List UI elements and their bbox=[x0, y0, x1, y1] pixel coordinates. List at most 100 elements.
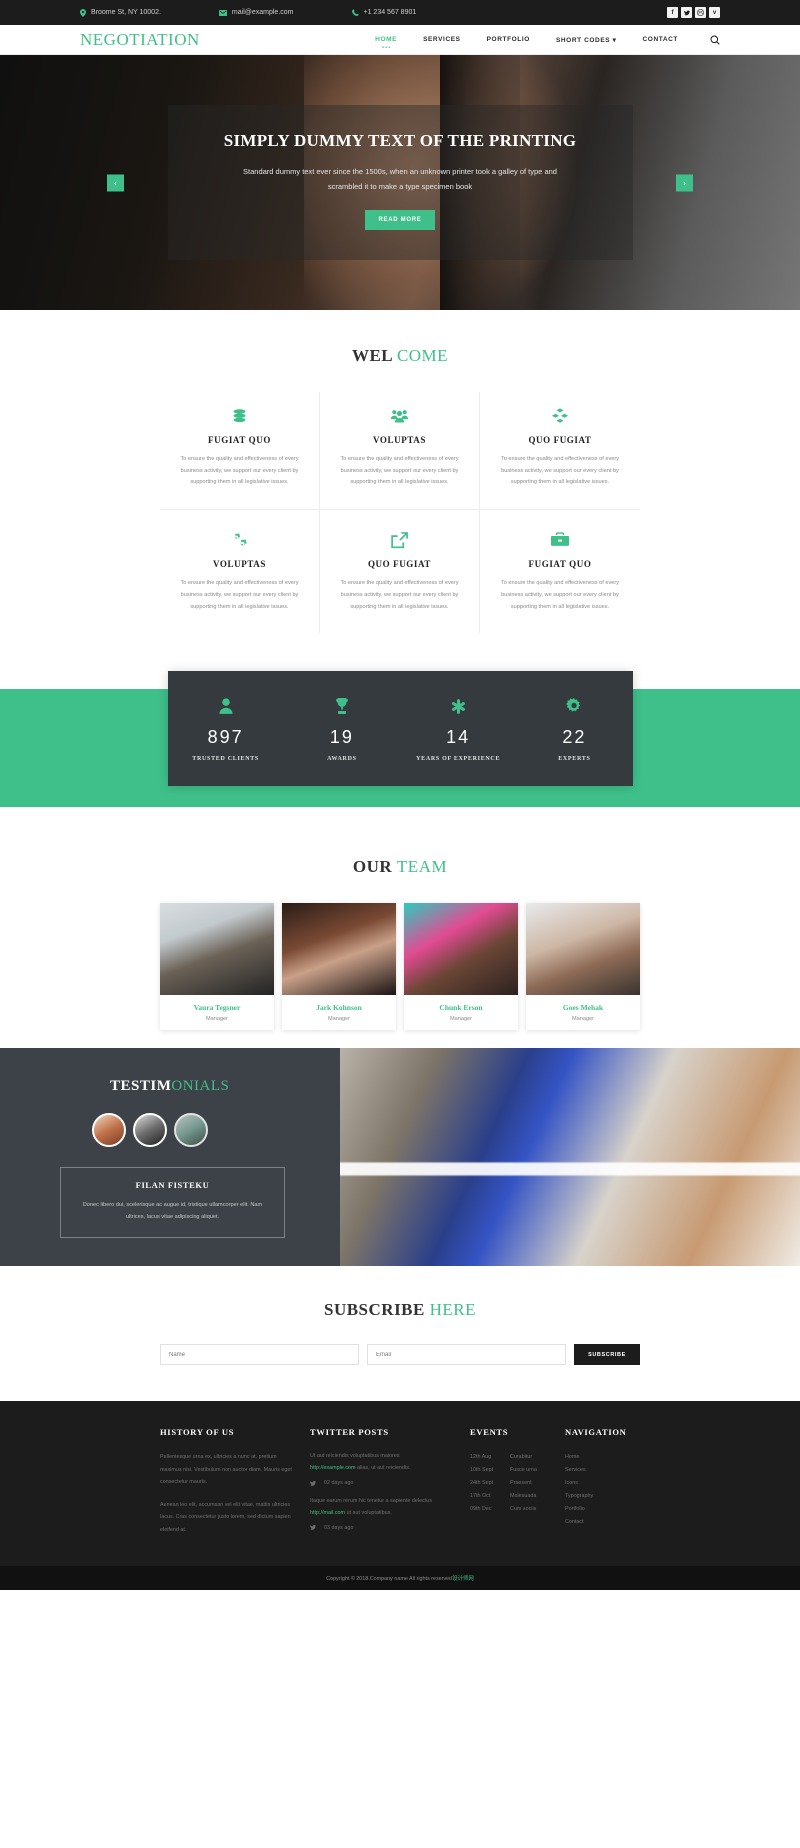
subscribe-form: SUBSCRIBE bbox=[160, 1344, 640, 1366]
subscribe-title-accent: HERE bbox=[429, 1300, 476, 1320]
name-input[interactable] bbox=[160, 1344, 359, 1366]
nav-item-services[interactable]: SERVICES bbox=[423, 36, 461, 43]
footer-nav-item-contact[interactable]: Contact bbox=[565, 1516, 640, 1529]
testimonial-author: FILAN FISTEKU bbox=[135, 1180, 210, 1191]
carousel-prev-button[interactable]: ‹ bbox=[107, 174, 124, 191]
event-row[interactable]: 17th Oct Malesuada bbox=[470, 1490, 565, 1503]
tweet-item: Ut aut reiciendis voluptatibus maiores h… bbox=[310, 1451, 454, 1486]
service-title: QUO FUGIAT bbox=[367, 559, 432, 570]
event-row[interactable]: 12th Aug Curabitur bbox=[470, 1451, 565, 1464]
cogs-icon bbox=[178, 530, 301, 550]
search-icon[interactable] bbox=[710, 35, 720, 45]
dribbble-icon[interactable] bbox=[695, 7, 706, 18]
read-more-button[interactable]: READ MORE bbox=[364, 209, 436, 230]
team-title: OUR TEAM bbox=[0, 857, 800, 877]
main-navigation: HOME SERVICES PORTFOLIO SHORT CODES ▾ CO… bbox=[375, 35, 720, 45]
facebook-icon[interactable]: f bbox=[667, 7, 678, 18]
team-member-name: Vaura Tegsner bbox=[193, 1003, 241, 1013]
event-row[interactable]: 10th Sept Fusce urna bbox=[470, 1464, 565, 1477]
stat-label: EXPERTS bbox=[558, 756, 591, 763]
team-grid: Vaura Tegsner Manager Jark Kohnson Manag… bbox=[160, 903, 640, 1031]
stat-value: 14 bbox=[446, 727, 471, 748]
footer-nav-item-portfolio[interactable]: Portfolio bbox=[565, 1503, 640, 1516]
topbar-email-text: mail@example.com bbox=[231, 9, 294, 16]
top-bar: Broome St, NY 10002. mail@example.com +1… bbox=[0, 0, 800, 25]
email-input[interactable] bbox=[367, 1344, 566, 1366]
tweet-text: Ut aut reiciendis voluptatibus maiores bbox=[310, 1453, 400, 1460]
subscribe-button[interactable]: SUBSCRIBE bbox=[574, 1344, 640, 1366]
team-member-name: Jark Kohnson bbox=[316, 1003, 362, 1013]
nav-item-contact[interactable]: CONTACT bbox=[643, 36, 679, 43]
service-title: QUO FUGIAT bbox=[528, 435, 592, 445]
event-row[interactable]: 09th Dec Cum sociis bbox=[470, 1503, 565, 1516]
service-card[interactable]: VOLUPTAS To ensure the quality and effec… bbox=[320, 392, 480, 511]
footer-nav-item-home[interactable]: Home bbox=[565, 1451, 640, 1464]
avatar bbox=[160, 903, 274, 996]
team-member-name: Chunk Erson bbox=[439, 1003, 483, 1013]
gear-icon bbox=[516, 697, 632, 715]
team-member-card[interactable]: Jark Kohnson Manager bbox=[282, 903, 396, 1031]
service-card[interactable]: FUGIAT QUO To ensure the quality and eff… bbox=[480, 510, 640, 633]
copyright-credit-link[interactable]: 设计师网 bbox=[452, 1576, 474, 1582]
testimonials-title-bold: TESTIM bbox=[110, 1078, 172, 1095]
location-pin-icon bbox=[80, 8, 86, 17]
team-member-card[interactable]: Chunk Erson Manager bbox=[404, 903, 518, 1031]
nav-item-short-codes[interactable]: SHORT CODES ▾ bbox=[556, 36, 617, 44]
vimeo-icon[interactable]: v bbox=[709, 7, 720, 18]
footer-history-p1: Pellentesque urna ex, ultricies a nunc a… bbox=[160, 1454, 292, 1486]
team-member-role: Manager bbox=[449, 1016, 473, 1023]
stat-item: 22 EXPERTS bbox=[516, 697, 632, 762]
event-name: Praesent bbox=[510, 1480, 532, 1487]
copyright-bar: Copyright © 2018.Company name All rights… bbox=[0, 1565, 800, 1590]
stat-item: 19 AWARDS bbox=[284, 697, 400, 762]
twitter-bird-icon bbox=[310, 1480, 316, 1486]
tweet-tail: alias, ut aut reiciendis. bbox=[357, 1465, 411, 1472]
topbar-email[interactable]: mail@example.com bbox=[218, 9, 294, 16]
team-member-card[interactable]: Vaura Tegsner Manager bbox=[160, 903, 274, 1031]
twitter-bird-icon bbox=[310, 1525, 316, 1531]
service-card[interactable]: FUGIAT QUO To ensure the quality and eff… bbox=[160, 392, 320, 511]
testimonial-avatar[interactable] bbox=[133, 1113, 167, 1148]
stat-value: 22 bbox=[562, 727, 587, 748]
event-name: Cum sociis bbox=[510, 1506, 537, 1513]
carousel-next-button[interactable]: › bbox=[676, 174, 693, 191]
footer-history-column: HISTORY OF US Pellentesque urna ex, ultr… bbox=[160, 1427, 310, 1546]
tweet-link[interactable]: http://example.com bbox=[310, 1465, 356, 1471]
topbar-phone: +1 234 567 8901 bbox=[351, 9, 416, 16]
topbar-address: Broome St, NY 10002. bbox=[80, 8, 161, 17]
team-member-card[interactable]: Goes Mehak Manager bbox=[526, 903, 640, 1031]
footer-nav-item-services[interactable]: Services bbox=[565, 1464, 640, 1477]
footer-nav-item-icons[interactable]: Icons bbox=[565, 1477, 640, 1490]
tweet-time-row: 03 days ago bbox=[310, 1525, 454, 1531]
service-card[interactable]: QUO FUGIAT To ensure the quality and eff… bbox=[320, 510, 480, 634]
service-card[interactable]: QUO FUGIAT To ensure the quality and eff… bbox=[480, 392, 640, 511]
team-member-role: Manager bbox=[571, 1016, 595, 1023]
stat-label: YEARS OF EXPERIENCE bbox=[416, 756, 501, 763]
subscribe-section: SUBSCRIBE HERE SUBSCRIBE bbox=[0, 1266, 800, 1401]
footer-events-title: EVENTS bbox=[470, 1427, 509, 1438]
event-row[interactable]: 24th Sept Praesent bbox=[470, 1477, 565, 1490]
stat-value: 897 bbox=[207, 727, 244, 748]
hero-content: SIMPLY DUMMY TEXT OF THE PRINTING Standa… bbox=[167, 105, 633, 260]
footer-nav-item-typography[interactable]: Typography bbox=[565, 1490, 640, 1503]
site-logo[interactable]: NEGOTIATION bbox=[80, 30, 200, 50]
tweet-link[interactable]: http://mail.com bbox=[310, 1510, 345, 1516]
footer-navigation-column: NAVIGATION Home Services Icons Typograph… bbox=[565, 1427, 640, 1546]
service-desc: To ensure the quality and effectiveness … bbox=[180, 580, 299, 610]
nav-item-home[interactable]: HOME bbox=[375, 36, 397, 43]
twitter-icon[interactable] bbox=[681, 7, 692, 18]
nav-item-portfolio[interactable]: PORTFOLIO bbox=[487, 36, 530, 43]
hero-subtitle: Standard dummy text ever since the 1500s… bbox=[243, 167, 557, 191]
service-card[interactable]: VOLUPTAS To ensure the quality and effec… bbox=[160, 510, 320, 634]
user-icon bbox=[168, 697, 284, 715]
cubes-icon bbox=[498, 406, 622, 426]
event-name: Malesuada bbox=[510, 1493, 537, 1500]
stat-label: AWARDS bbox=[327, 756, 357, 763]
testimonial-avatar[interactable] bbox=[174, 1113, 208, 1148]
welcome-title-accent: COME bbox=[396, 346, 449, 365]
database-icon bbox=[178, 406, 301, 426]
testimonial-avatar[interactable] bbox=[92, 1113, 126, 1148]
service-title: VOLUPTAS bbox=[213, 559, 266, 570]
site-footer: HISTORY OF US Pellentesque urna ex, ultr… bbox=[0, 1401, 800, 1566]
users-group-icon bbox=[338, 406, 461, 426]
